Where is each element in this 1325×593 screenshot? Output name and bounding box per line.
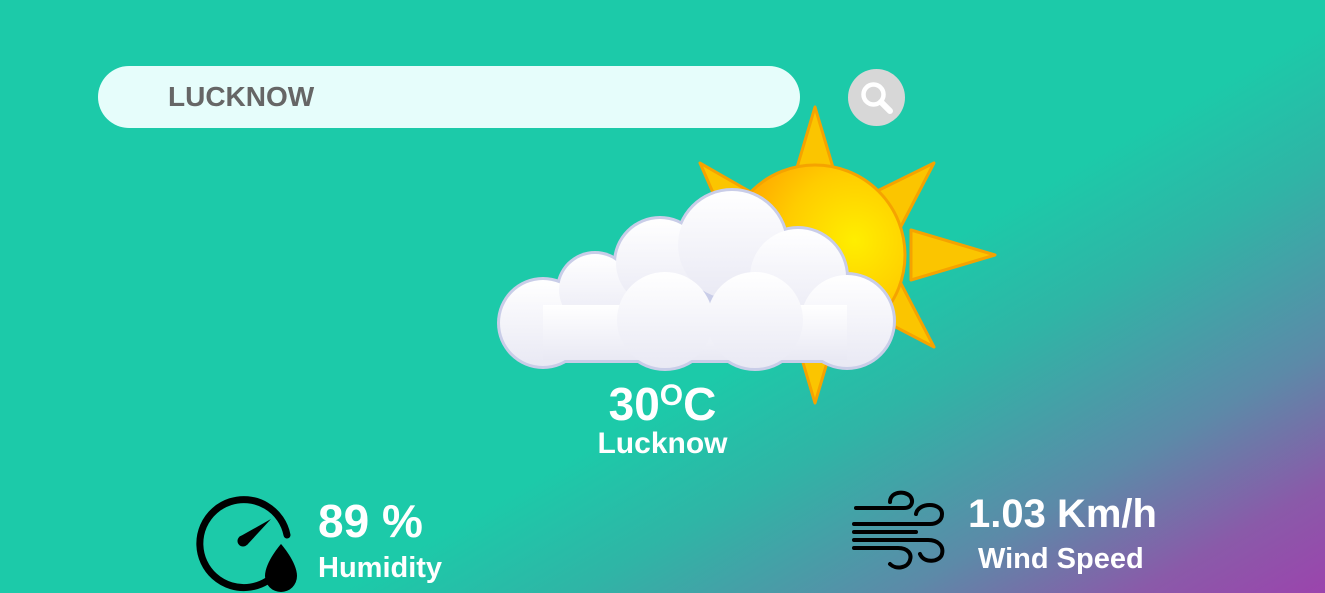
wind-speed-value: 1.03 Km/h xyxy=(968,492,1157,536)
humidity-label: Humidity xyxy=(318,552,443,584)
degree-symbol: O xyxy=(659,379,684,412)
humidity-gauge-icon xyxy=(196,496,297,592)
city-name: Lucknow xyxy=(597,427,728,460)
temperature: 30OC xyxy=(0,378,1325,430)
temperature-unit: C xyxy=(683,378,717,430)
wind-icon xyxy=(852,490,945,570)
partly-cloudy-icon xyxy=(497,105,997,405)
temperature-value: 30 xyxy=(608,378,660,430)
humidity-value: 89 % xyxy=(318,495,423,547)
wind-speed-label: Wind Speed xyxy=(978,543,1144,575)
